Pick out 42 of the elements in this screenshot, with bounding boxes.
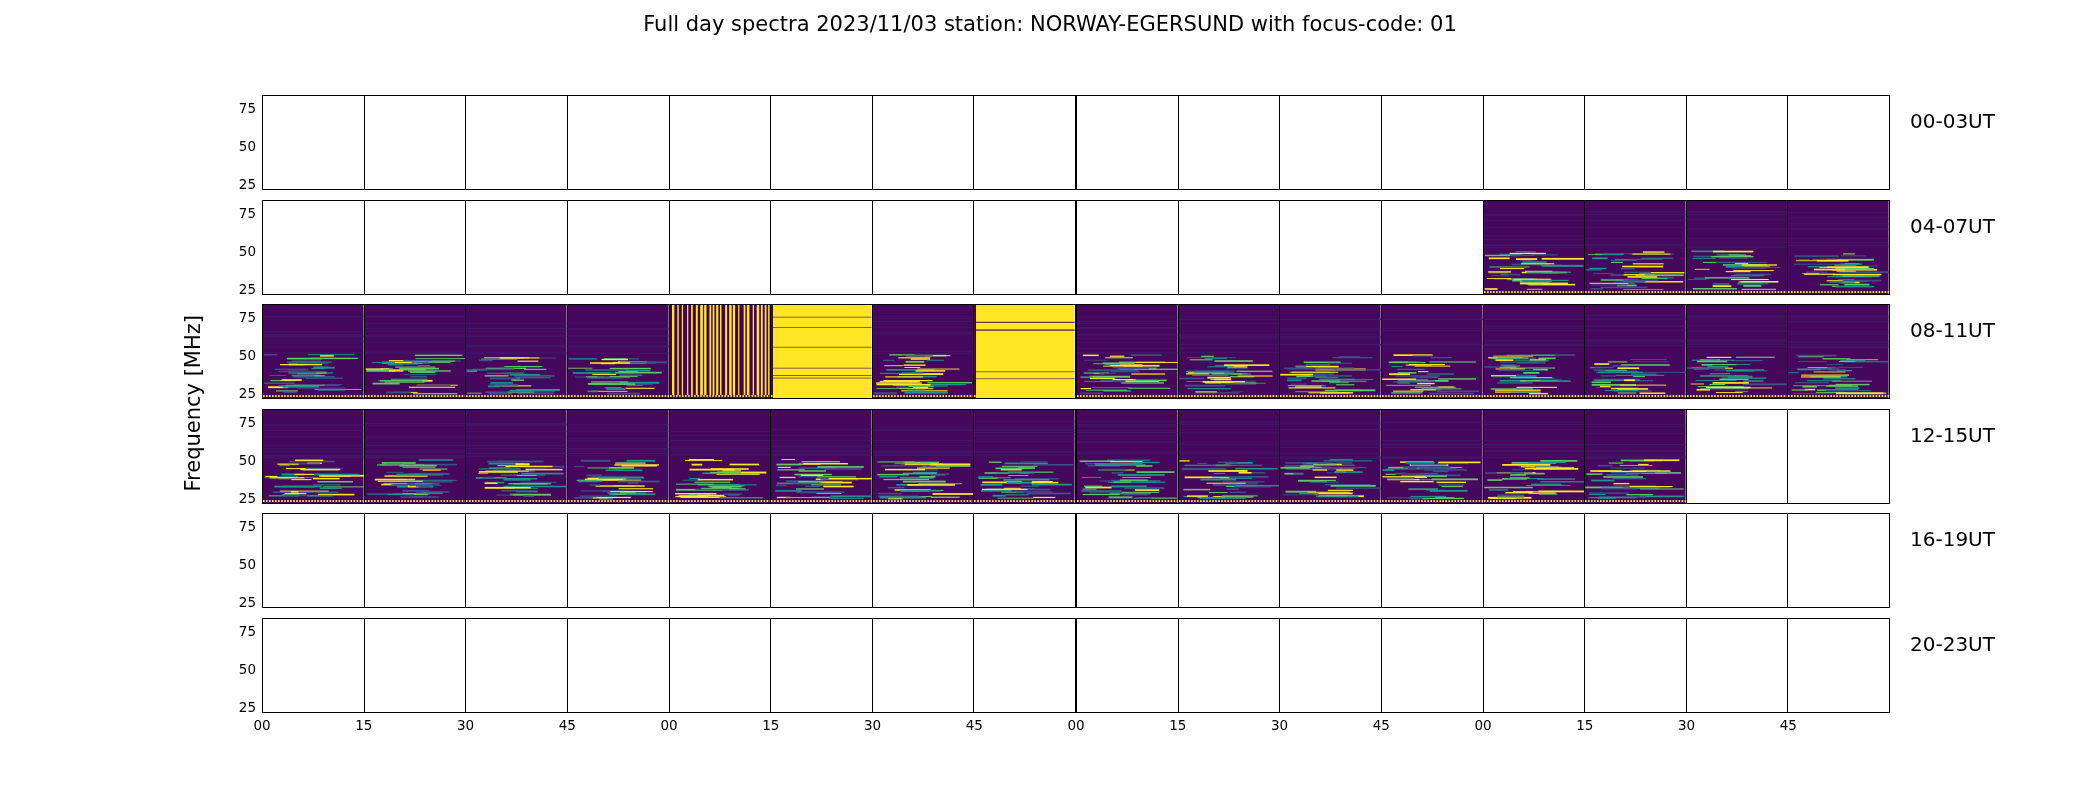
y-tick-label: 25 [238, 176, 257, 192]
row-label: 20-23UT [1909, 630, 1995, 658]
x-tick-label: 00 [1067, 716, 1085, 733]
x-tick-label: 45 [558, 716, 576, 733]
x-tick-label: 15 [1576, 716, 1594, 733]
x-tick-label: 45 [1372, 716, 1390, 733]
y-tick-label: 25 [238, 385, 257, 401]
row-label: 12-15UT [1909, 421, 1995, 449]
x-tick-label: 00 [1474, 716, 1492, 733]
y-tick-label: 75 [238, 204, 257, 221]
x-tick-label: 15 [762, 716, 780, 733]
y-tick-label: 50 [238, 347, 257, 363]
y-tick-label: 75 [238, 309, 257, 325]
x-tick-label: 15 [1169, 716, 1187, 733]
y-tick-label: 50 [238, 451, 257, 468]
y-tick-label: 50 [238, 556, 257, 572]
row-label: 16-19UT [1909, 526, 1995, 553]
y-tick-label: 50 [238, 660, 257, 677]
x-tick-label: 00 [660, 716, 678, 733]
x-tick-label: 30 [1677, 716, 1696, 733]
y-tick-label: 50 [238, 138, 257, 154]
figure-title: Full day spectra 2023/11/03 station: NORWAY-EGERSUND with focus-code: 01 [642, 11, 1458, 36]
y-tick-label: 25 [238, 594, 257, 610]
y-tick-label: 50 [238, 242, 257, 259]
y-tick-label: 75 [238, 100, 257, 116]
y-tick-label: 25 [238, 280, 257, 297]
x-tick-label: 45 [965, 716, 983, 733]
row-label: 00-03UT [1909, 108, 1995, 135]
x-tick-label: 45 [1779, 716, 1797, 733]
row-label: 04-07UT [1909, 212, 1995, 240]
x-tick-label: 30 [863, 716, 882, 733]
y-tick-label: 75 [238, 413, 257, 430]
x-tick-label: 15 [355, 716, 373, 733]
x-tick-label: 30 [456, 716, 475, 733]
x-tick-label: 00 [253, 716, 271, 733]
y-tick-label: 25 [238, 489, 257, 506]
x-tick-label: 30 [1270, 716, 1289, 733]
y-axis-label: Frequency [MHz] [181, 315, 205, 492]
y-tick-label: 75 [238, 518, 257, 534]
y-tick-label: 75 [238, 622, 257, 639]
row-label: 08-11UT [1909, 317, 1995, 344]
y-tick-label: 25 [238, 698, 257, 715]
